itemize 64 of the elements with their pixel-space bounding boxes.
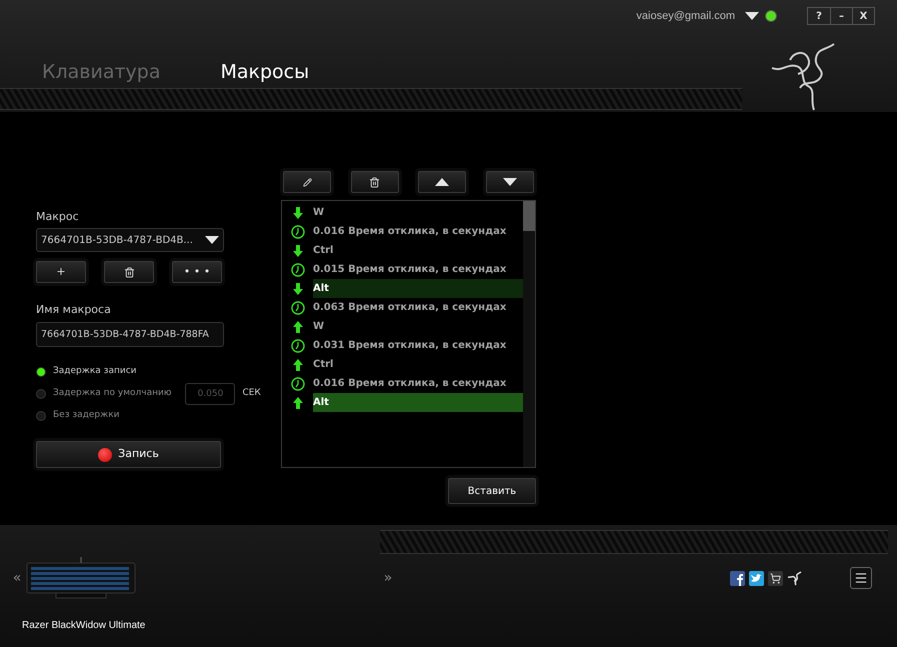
up-arrow-icon [292, 320, 302, 332]
radio-label: Без задержки [53, 409, 120, 422]
radio-label: Задержка записи [53, 365, 137, 378]
down-arrow-icon [292, 206, 302, 218]
add-button[interactable]: + [36, 261, 86, 283]
insert-button[interactable]: Вставить [448, 478, 536, 504]
trash-icon [369, 176, 380, 188]
window-button[interactable]: – [830, 8, 852, 24]
macro-name-field[interactable]: 7664701B-53DB-4787-BD4B-788FA [36, 322, 224, 347]
menu-icon [854, 571, 868, 585]
pencil-icon [302, 178, 312, 186]
scrollbar[interactable] [523, 201, 535, 467]
toolbar-button[interactable] [350, 171, 399, 193]
dropdown-triangle-icon [745, 12, 759, 20]
record-button[interactable]: Запись [36, 441, 221, 468]
event-row[interactable]: Ctrl [313, 355, 523, 374]
facebook-icon[interactable] [730, 570, 745, 586]
cart-glyph-icon [770, 572, 781, 584]
event-row[interactable]: 0.063 Время отклика, в секундах [313, 298, 523, 317]
event-row[interactable]: W [313, 317, 523, 336]
up-arrow-icon [292, 358, 302, 370]
cart-icon[interactable] [768, 570, 783, 586]
window-button[interactable]: ? [808, 8, 830, 24]
macro-name-label: Имя макроса [36, 303, 112, 316]
next-button[interactable]: » [381, 568, 395, 588]
menu-button[interactable] [850, 567, 872, 589]
bird-icon[interactable] [749, 570, 764, 586]
unit-label: СЕК [242, 387, 261, 400]
event-row[interactable]: 0.031 Время отклика, в секундах [313, 336, 523, 355]
event-row[interactable]: 0.016 Время отклика, в секундах [313, 374, 523, 393]
trash-icon [124, 266, 134, 278]
radio-button[interactable] [36, 367, 46, 377]
previous-button[interactable]: « [10, 568, 24, 588]
event-row[interactable]: 0.015 Время отклика, в секундах [313, 260, 523, 279]
event-row[interactable]: 0.016 Время отклика, в секундах [313, 222, 523, 241]
event-row[interactable]: Ctrl [313, 241, 523, 260]
clock-icon [290, 338, 304, 352]
down-triangle-icon [502, 178, 517, 186]
clock-icon [290, 376, 304, 390]
up-triangle-icon [435, 178, 450, 186]
device-name: Razer BlackWidow Ultimate [22, 619, 146, 633]
radio-button[interactable] [36, 389, 46, 399]
clock-icon [290, 224, 304, 238]
window-button[interactable]: X [852, 8, 874, 24]
more-button[interactable]: • • • [172, 261, 222, 283]
radio-button[interactable] [36, 411, 46, 421]
event-row[interactable]: Alt [313, 393, 523, 412]
tab[interactable]: Макросы [220, 58, 310, 86]
event-row[interactable]: Alt [313, 279, 523, 298]
down-arrow-icon [292, 244, 302, 256]
caret-icon [205, 236, 219, 244]
clock-icon [290, 300, 304, 314]
toolbar-button[interactable] [418, 171, 466, 193]
macro-label: Макрос [36, 210, 80, 223]
macro-dropdown[interactable]: 7664701B-53DB-4787-BD4B... [36, 228, 224, 252]
account-email: vaiosey@gmail.com [636, 8, 735, 24]
delete-button[interactable] [104, 261, 154, 283]
clock-icon [290, 262, 304, 276]
snake-logo-icon[interactable] [787, 570, 802, 586]
up-arrow-icon [292, 396, 302, 408]
toolbar-button[interactable] [486, 171, 534, 193]
radio-label: Задержка по умолчанию [53, 387, 172, 400]
event-row[interactable]: W [313, 203, 523, 222]
down-arrow-icon [292, 282, 302, 294]
